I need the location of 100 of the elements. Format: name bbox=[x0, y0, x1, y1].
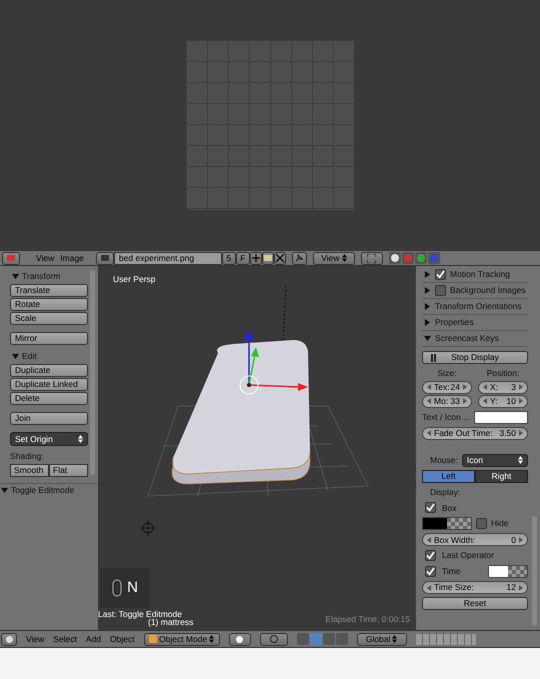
group-label: Position: bbox=[486, 367, 520, 380]
checkbox[interactable] bbox=[425, 550, 436, 562]
field-value: 3.50 bbox=[499, 429, 516, 438]
menu-item[interactable]: Add bbox=[86, 632, 102, 646]
checkbox[interactable] bbox=[435, 269, 446, 280]
mouse-dropdown[interactable]: Icon bbox=[462, 454, 528, 467]
panel-title[interactable]: Motion Tracking bbox=[450, 268, 510, 281]
left-arrow-icon[interactable] bbox=[427, 398, 431, 404]
right-arrow-icon[interactable] bbox=[519, 398, 523, 404]
checkbox[interactable] bbox=[476, 518, 487, 530]
field-label: Mo: bbox=[434, 397, 448, 406]
panel-button[interactable]: Reset bbox=[422, 597, 528, 610]
left-arrow-icon[interactable] bbox=[427, 536, 431, 543]
pin-icon bbox=[295, 254, 304, 262]
shading-button[interactable]: Flat bbox=[49, 464, 88, 477]
collapsed-triangle-icon[interactable] bbox=[424, 271, 431, 278]
checkbox[interactable] bbox=[425, 502, 436, 514]
set-origin-dropdown[interactable]: Set Origin bbox=[10, 432, 88, 446]
number-field[interactable]: Mo: 33 bbox=[422, 394, 472, 408]
expanded-triangle-icon[interactable] bbox=[12, 352, 19, 360]
field-value: 0 bbox=[511, 536, 516, 544]
left-arrow-icon[interactable] bbox=[427, 384, 431, 390]
menu-item[interactable]: Select bbox=[53, 632, 77, 646]
number-field[interactable]: X: 3 bbox=[478, 380, 528, 394]
zoom-fit-button[interactable] bbox=[360, 252, 383, 264]
collapsed-triangle-icon[interactable] bbox=[424, 287, 431, 294]
expanded-triangle-icon[interactable] bbox=[1, 487, 8, 494]
panel-title[interactable]: Transform bbox=[22, 270, 60, 282]
view-dropdown[interactable]: View bbox=[312, 252, 355, 264]
menu-item[interactable]: View bbox=[36, 252, 54, 264]
collapsed-triangle-icon[interactable] bbox=[424, 303, 431, 310]
right-arrow-icon[interactable] bbox=[519, 430, 523, 436]
left-arrow-icon[interactable] bbox=[483, 398, 487, 404]
shading-button[interactable]: Smooth bbox=[10, 464, 49, 477]
orientation-dropdown[interactable]: Global bbox=[356, 632, 407, 646]
editor-type-button[interactable] bbox=[1, 632, 17, 646]
tool-button[interactable]: Duplicate Linked bbox=[10, 378, 88, 391]
field-label: Text / Icon ... bbox=[422, 410, 470, 424]
tool-button[interactable]: Duplicate bbox=[10, 364, 88, 377]
menu-item[interactable]: Object bbox=[110, 632, 135, 646]
field-label: Time Size: bbox=[434, 583, 474, 592]
number-field[interactable]: Tex:24 bbox=[422, 380, 472, 394]
tool-button[interactable]: Translate bbox=[10, 284, 88, 297]
number-field[interactable]: Time Size: 12 bbox=[422, 581, 528, 594]
unlink-button[interactable] bbox=[274, 252, 286, 264]
new-image-button[interactable] bbox=[250, 252, 262, 264]
field-value: 12 bbox=[506, 583, 516, 592]
panel-title[interactable]: Transform Orientations bbox=[435, 300, 522, 313]
tool-button[interactable]: Scale bbox=[10, 312, 88, 325]
operator-title[interactable]: Toggle Editmode bbox=[11, 484, 74, 497]
color-swatch[interactable] bbox=[422, 517, 472, 530]
image-name-field[interactable]: bed experiment.png bbox=[114, 252, 222, 264]
field-label: Y: bbox=[490, 397, 498, 406]
plus-icon bbox=[252, 254, 260, 262]
collapsed-triangle-icon[interactable] bbox=[424, 319, 431, 326]
panel-button[interactable]: Stop Display bbox=[422, 351, 528, 364]
panel-title[interactable]: Properties bbox=[435, 316, 474, 329]
menu-item[interactable]: Image bbox=[60, 252, 84, 264]
left-arrow-icon[interactable] bbox=[427, 430, 431, 436]
expanded-triangle-icon[interactable] bbox=[424, 335, 431, 342]
menu-item[interactable]: View bbox=[26, 632, 44, 646]
layers-icon[interactable] bbox=[416, 634, 476, 644]
toggle-option[interactable]: Left bbox=[422, 470, 475, 483]
open-image-button[interactable] bbox=[262, 252, 274, 264]
pin-button[interactable] bbox=[292, 252, 307, 264]
pivot-dropdown[interactable] bbox=[260, 632, 288, 646]
color-swatch[interactable] bbox=[488, 565, 528, 578]
fake-user-button[interactable]: F bbox=[236, 252, 250, 264]
number-field[interactable]: Y: 10 bbox=[478, 394, 528, 408]
tool-button[interactable]: Join bbox=[10, 412, 88, 425]
tool-button[interactable]: Delete bbox=[10, 392, 88, 405]
checkbox-label: Time bbox=[442, 565, 462, 578]
group-label: Size: bbox=[436, 367, 458, 380]
right-arrow-icon[interactable] bbox=[463, 398, 467, 404]
checkbox[interactable] bbox=[425, 566, 436, 577]
image-browse-button[interactable] bbox=[96, 252, 114, 264]
checkbox-label: Box bbox=[442, 502, 457, 514]
users-count[interactable]: 5 bbox=[222, 252, 236, 264]
checkbox[interactable] bbox=[435, 285, 446, 296]
panel-title[interactable]: Edit bbox=[22, 350, 37, 362]
display-label: Display: bbox=[429, 486, 462, 498]
right-arrow-icon[interactable] bbox=[463, 384, 467, 390]
right-arrow-icon[interactable] bbox=[519, 384, 523, 390]
field-value: 33 bbox=[450, 397, 460, 406]
panel-title[interactable]: Background Images bbox=[450, 284, 526, 297]
color-swatch[interactable] bbox=[474, 410, 528, 424]
number-field[interactable]: Fade Out Time: 3.50 bbox=[422, 426, 528, 440]
left-arrow-icon[interactable] bbox=[483, 384, 487, 390]
tool-button[interactable]: Rotate bbox=[10, 298, 88, 311]
number-field[interactable]: Box Width: 0 bbox=[422, 533, 528, 546]
panel-title[interactable]: Screencast Keys bbox=[435, 332, 499, 345]
mode-dropdown[interactable]: Object Mode bbox=[144, 632, 220, 646]
up-down-arrows-icon bbox=[392, 635, 398, 643]
right-arrow-icon[interactable] bbox=[519, 536, 523, 543]
right-arrow-icon[interactable] bbox=[519, 584, 523, 590]
left-arrow-icon[interactable] bbox=[427, 584, 431, 590]
tool-button[interactable]: Mirror bbox=[10, 332, 88, 345]
expanded-triangle-icon[interactable] bbox=[12, 272, 19, 280]
shading-dropdown[interactable] bbox=[228, 632, 251, 646]
toggle-option[interactable]: Right bbox=[475, 470, 528, 483]
